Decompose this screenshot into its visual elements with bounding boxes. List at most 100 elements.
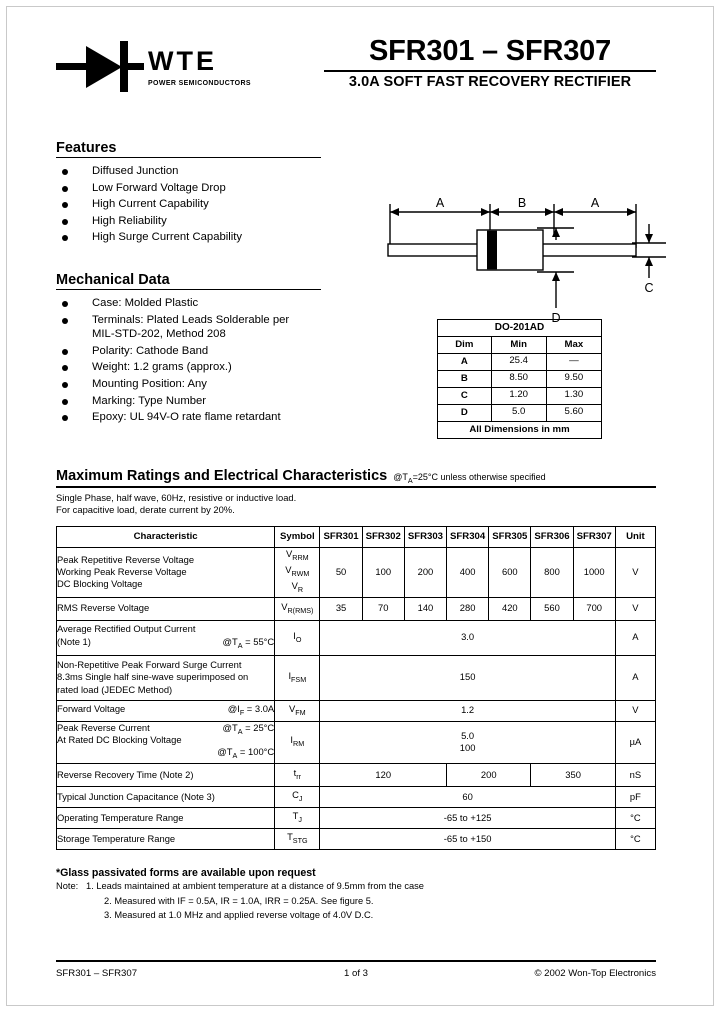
ratings-condition: @TA=25°C unless otherwise specified <box>393 472 546 485</box>
row-symbol: VRRM VRWM VR <box>274 546 321 598</box>
row-value: 800 <box>530 546 574 598</box>
ratings-section: Maximum Ratings and Electrical Character… <box>55 468 657 850</box>
row-unit: °C <box>614 827 657 850</box>
row-characteristic: Forward Voltage @IF = 3.0A <box>55 699 276 722</box>
row-symbol: VR(RMS) <box>274 596 321 621</box>
row-unit: °C <box>614 806 657 829</box>
glass-passivated-note: *Glass passivated forms are available up… <box>56 867 316 879</box>
table-row: Peak Reverse Current @TA = 25°C At Rated … <box>55 720 657 764</box>
row-symbol: IRM <box>274 720 321 764</box>
dim-min: 5.0 <box>490 404 547 422</box>
dim-table-footer: All Dimensions in mm <box>437 421 602 439</box>
features-heading: Features <box>56 140 321 158</box>
note-item: 2. Measured with IF = 0.5A, IR = 1.0A, I… <box>104 894 656 909</box>
row-value: 420 <box>488 596 532 621</box>
col-part-sfr303: SFR303 <box>403 525 448 548</box>
list-item: Polarity: Cathode Band <box>56 344 356 360</box>
page-content: WTE POWER SEMICONDUCTORS SFR301 – SFR307… <box>55 22 666 979</box>
row-value: 1000 <box>572 546 616 598</box>
row-value: 280 <box>446 596 490 621</box>
row-value-group-2: 200 <box>446 762 532 787</box>
ratings-conditions: Single Phase, half wave, 60Hz, resistive… <box>56 492 656 517</box>
row-unit: V <box>614 596 657 621</box>
dim-name: A <box>437 353 492 371</box>
title-divider <box>324 70 656 73</box>
footer-page-number: 1 of 3 <box>343 968 368 979</box>
table-row: Average Rectified Output Current (Note 1… <box>55 619 657 656</box>
page-footer: SFR301 – SFR307 1 of 3 © 2002 Won-Top El… <box>56 960 656 979</box>
list-item: High Current Capability <box>56 197 356 213</box>
list-item: Weight: 1.2 grams (approx.) <box>56 360 356 376</box>
list-item: Terminals: Plated Leads Solderable per <box>56 313 356 329</box>
row-value-group-1: 120 <box>319 762 448 787</box>
row-value: 35 <box>319 596 363 621</box>
list-item: Marking: Type Number <box>56 394 356 410</box>
dim-col-header: Min <box>490 336 547 354</box>
table-row: Typical Junction Capacitance (Note 3) CJ… <box>55 785 657 808</box>
col-part-sfr305: SFR305 <box>488 525 532 548</box>
col-unit: Unit <box>614 525 657 548</box>
table-row: Operating Temperature Range TJ -65 to +1… <box>55 806 657 829</box>
datasheet-page: WTE POWER SEMICONDUCTORS SFR301 – SFR307… <box>0 0 720 1012</box>
dim-name: C <box>437 387 492 405</box>
col-characteristic: Characteristic <box>55 525 276 548</box>
dim-max: 1.30 <box>545 387 603 405</box>
row-unit: V <box>614 699 657 722</box>
page-title: SFR301 – SFR307 <box>368 35 611 67</box>
dim-table-title: DO-201AD <box>437 319 602 337</box>
dim-label-a-right: A <box>591 196 600 210</box>
row-value: 100 <box>361 546 405 598</box>
footer-copyright: © 2002 Won-Top Electronics <box>534 968 656 979</box>
row-value: 50 <box>319 546 363 598</box>
row-characteristic: Peak Reverse Current @TA = 25°C At Rated … <box>55 720 276 764</box>
title-block: SFR301 – SFR307 3.0A SOFT FAST RECOVERY … <box>324 22 656 90</box>
left-column: Features Diffused Junction Low Forward V… <box>56 140 356 427</box>
row-symbol: VFM <box>274 699 321 722</box>
note-text: 1. Leads maintained at ambient temperatu… <box>86 881 424 891</box>
row-symbol: CJ <box>274 785 321 808</box>
row-unit: µA <box>614 720 657 764</box>
table-row: C 1.20 1.30 <box>437 387 603 405</box>
footer-part-range: SFR301 – SFR307 <box>56 968 138 979</box>
row-merged-value: 1.2 <box>319 699 616 722</box>
row-symbol: TSTG <box>274 827 321 850</box>
col-part-sfr306: SFR306 <box>530 525 574 548</box>
dim-name: B <box>437 370 492 388</box>
row-value: 140 <box>403 596 448 621</box>
dimension-table-wrapper: DO-201AD Dim Min Max A 25.4 — B 8.50 9.5… <box>437 319 603 439</box>
dim-min: 25.4 <box>490 353 547 371</box>
row-characteristic: Reverse Recovery Time (Note 2) <box>55 762 276 787</box>
row-characteristic: Average Rectified Output Current (Note 1… <box>55 619 276 656</box>
package-outline-drawing: A B A D C <box>374 182 679 332</box>
condition-line-2: For capacitive load, derate current by 2… <box>56 504 235 516</box>
ratings-heading-row: Maximum Ratings and Electrical Character… <box>56 468 656 488</box>
dim-max: 9.50 <box>545 370 603 388</box>
dimension-table: DO-201AD Dim Min Max A 25.4 — B 8.50 9.5… <box>437 319 603 439</box>
ratings-table: Characteristic Symbol SFR301 SFR302 SFR3… <box>55 525 657 850</box>
notes-label: Note: <box>56 881 79 891</box>
dim-max: — <box>545 353 603 371</box>
row-unit: A <box>614 619 657 656</box>
row-unit: V <box>614 546 657 598</box>
note-text: 3. Measured at 1.0 MHz and applied rever… <box>104 910 374 920</box>
list-item: High Surge Current Capability <box>56 230 356 246</box>
dim-label-c: C <box>644 281 653 295</box>
row-value: 560 <box>530 596 574 621</box>
row-symbol: trr <box>274 762 321 787</box>
row-symbol: IO <box>274 619 321 656</box>
table-row: A 25.4 — <box>437 353 603 371</box>
col-part-sfr304: SFR304 <box>446 525 490 548</box>
features-list: Diffused Junction Low Forward Voltage Dr… <box>56 164 356 246</box>
dim-col-header: Max <box>545 336 603 354</box>
table-row: RMS Reverse Voltage VR(RMS) 35 70 140 28… <box>55 596 657 621</box>
table-row: All Dimensions in mm <box>437 421 602 439</box>
package-diagram-svg: A B A D C <box>387 196 666 325</box>
row-characteristic: Peak Repetitive Reverse Voltage Working … <box>55 546 276 598</box>
table-header-row: Characteristic Symbol SFR301 SFR302 SFR3… <box>55 525 657 548</box>
row-value-group-3: 350 <box>530 762 616 787</box>
row-unit: pF <box>614 785 657 808</box>
list-item: High Reliability <box>56 214 356 230</box>
row-characteristic: RMS Reverse Voltage <box>55 596 276 621</box>
footer-divider <box>56 960 656 962</box>
mechanical-heading: Mechanical Data <box>56 272 321 290</box>
